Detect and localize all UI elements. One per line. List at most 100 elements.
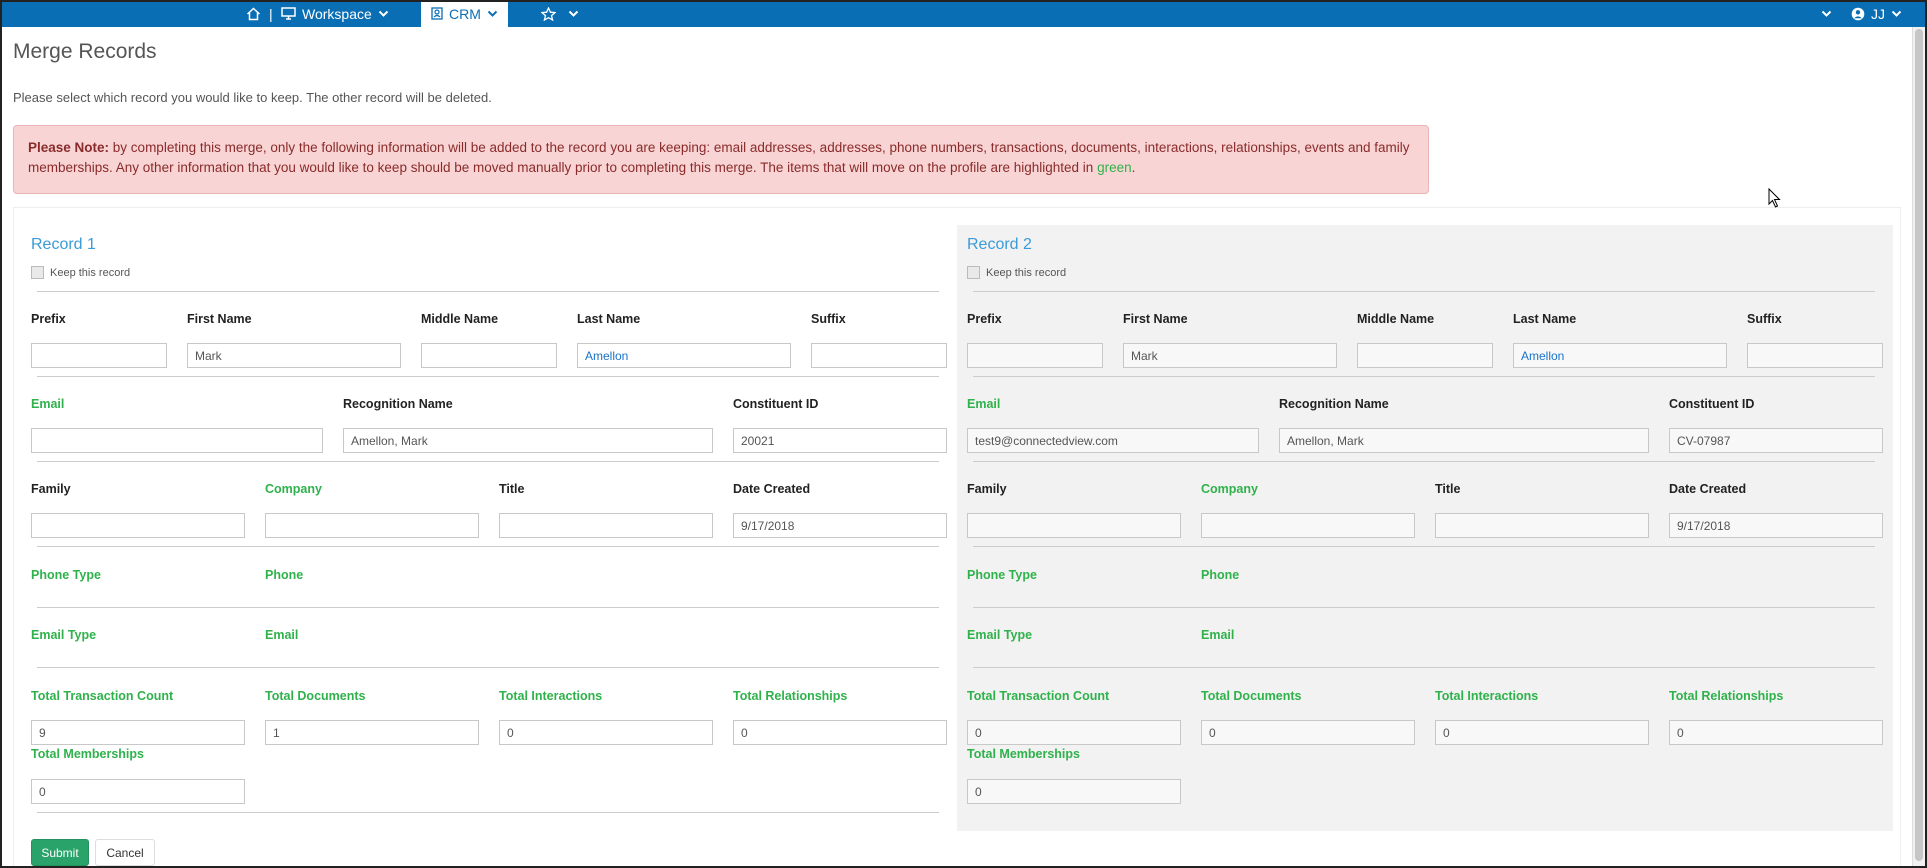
first-name-field[interactable]: Mark <box>1123 343 1337 368</box>
total-transaction-count-field[interactable]: 0 <box>967 720 1181 745</box>
first-name-field[interactable]: Mark <box>187 343 401 368</box>
home-icon <box>246 6 261 20</box>
divider <box>37 461 939 462</box>
divider <box>37 812 939 813</box>
middle-name-label: Middle Name <box>421 312 499 326</box>
date-created-field[interactable]: 9/17/2018 <box>733 513 947 538</box>
keep-record-1[interactable]: Keep this record <box>31 266 130 279</box>
email-label: Email <box>967 397 1001 411</box>
company-field[interactable] <box>265 513 479 538</box>
monitor-icon <box>281 7 296 20</box>
recognition-name-label: Recognition Name <box>1279 397 1389 411</box>
total-memberships-label: Total Memberships <box>31 747 144 761</box>
user-menu[interactable]: JJ <box>1851 0 1902 27</box>
total-interactions-label: Total Interactions <box>499 689 603 703</box>
title-field[interactable] <box>1435 513 1649 538</box>
favorites-menu[interactable] <box>541 0 579 27</box>
workspace-menu[interactable]: Workspace <box>281 0 389 27</box>
keep-record-1-label: Keep this record <box>50 266 131 279</box>
phone-label: Phone <box>1201 568 1240 582</box>
prefix-field[interactable] <box>967 343 1103 368</box>
prefix-field[interactable] <box>31 343 167 368</box>
divider <box>973 291 1875 292</box>
date-created-field[interactable]: 9/17/2018 <box>1669 513 1883 538</box>
merge-note-alert: Please Note: by completing this merge, o… <box>13 125 1429 194</box>
keep-record-2[interactable]: Keep this record <box>967 266 1066 279</box>
user-circle-icon <box>1851 7 1865 20</box>
email-type-label: Email Type <box>967 628 1033 642</box>
constituent-id-field[interactable]: 20021 <box>733 428 947 453</box>
total-memberships-label: Total Memberships <box>967 747 1080 761</box>
last-name-field[interactable]: Amellon <box>577 343 791 368</box>
total-memberships-field[interactable]: 0 <box>31 779 245 804</box>
total-documents-label: Total Documents <box>1201 689 1302 703</box>
prefix-label: Prefix <box>967 312 1002 326</box>
family-label: Family <box>967 482 1007 496</box>
total-transaction-count-label: Total Transaction Count <box>31 689 174 703</box>
company-field[interactable] <box>1201 513 1415 538</box>
suffix-field[interactable] <box>1747 343 1883 368</box>
divider <box>37 607 939 608</box>
total-interactions-field[interactable]: 0 <box>1435 720 1649 745</box>
recognition-name-label: Recognition Name <box>343 397 453 411</box>
total-documents-label: Total Documents <box>265 689 366 703</box>
home-button[interactable] <box>246 0 261 27</box>
submit-button[interactable]: Submit <box>31 839 89 866</box>
date-created-label: Date Created <box>733 482 811 496</box>
family-label: Family <box>31 482 71 496</box>
total-relationships-field[interactable]: 0 <box>1669 720 1883 745</box>
family-field[interactable] <box>31 513 245 538</box>
last-name-label: Last Name <box>1513 312 1577 326</box>
scrollbar-thumb[interactable] <box>1915 29 1923 861</box>
recognition-name-field[interactable]: Amellon, Mark <box>343 428 713 453</box>
middle-name-field[interactable] <box>1357 343 1493 368</box>
total-relationships-field[interactable]: 0 <box>733 720 947 745</box>
email-field[interactable] <box>31 428 323 453</box>
record-2-heading: Record 2 <box>967 236 1032 253</box>
divider <box>37 376 939 377</box>
title-label: Title <box>1435 482 1461 496</box>
page-scrollbar[interactable] <box>1912 27 1925 868</box>
last-name-field[interactable]: Amellon <box>1513 343 1727 368</box>
middle-name-field[interactable] <box>421 343 557 368</box>
constituent-id-label: Constituent ID <box>733 397 819 411</box>
constituent-id-field[interactable]: CV-07987 <box>1669 428 1883 453</box>
phone-label: Phone <box>265 568 304 582</box>
star-icon <box>541 6 556 21</box>
phone-type-label: Phone Type <box>967 568 1037 582</box>
middle-name-label: Middle Name <box>1357 312 1435 326</box>
keep-record-1-checkbox[interactable] <box>31 266 44 279</box>
workspace-label: Workspace <box>302 5 372 22</box>
intro-text: Please select which record you would lik… <box>13 90 492 105</box>
prefix-label: Prefix <box>31 312 66 326</box>
total-relationships-label: Total Relationships <box>733 689 848 703</box>
cancel-button[interactable]: Cancel <box>95 839 155 866</box>
crm-menu[interactable]: CRM <box>421 0 508 27</box>
email-label: Email <box>31 397 65 411</box>
keep-record-2-label: Keep this record <box>986 266 1067 279</box>
email-field[interactable]: test9@connectedview.com <box>967 428 1259 453</box>
recognition-name-field[interactable]: Amellon, Mark <box>1279 428 1649 453</box>
company-label: Company <box>265 482 322 496</box>
record-1-heading: Record 1 <box>31 236 96 253</box>
total-transaction-count-field[interactable]: 9 <box>31 720 245 745</box>
chevron-down-icon <box>568 10 579 17</box>
chevron-down-icon <box>1891 10 1902 17</box>
total-interactions-field[interactable]: 0 <box>499 720 713 745</box>
contact-card-icon <box>431 7 443 20</box>
family-field[interactable] <box>967 513 1181 538</box>
total-documents-field[interactable]: 0 <box>1201 720 1415 745</box>
divider <box>37 667 939 668</box>
total-memberships-field[interactable]: 0 <box>967 779 1181 804</box>
suffix-field[interactable] <box>811 343 947 368</box>
extra-menu-toggle[interactable] <box>1821 0 1832 27</box>
divider <box>973 607 1875 608</box>
date-created-label: Date Created <box>1669 482 1747 496</box>
suffix-label: Suffix <box>811 312 846 326</box>
keep-record-2-checkbox[interactable] <box>967 266 980 279</box>
total-documents-field[interactable]: 1 <box>265 720 479 745</box>
first-name-label: First Name <box>1123 312 1188 326</box>
page-title: Merge Records <box>13 40 157 63</box>
chevron-down-icon <box>1821 10 1832 17</box>
title-field[interactable] <box>499 513 713 538</box>
